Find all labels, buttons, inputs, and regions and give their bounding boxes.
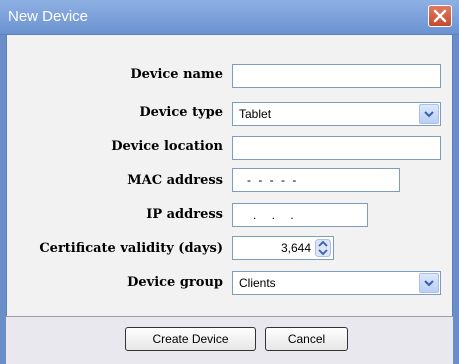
chevron-down-icon <box>424 280 434 287</box>
device-location-input[interactable] <box>232 136 441 160</box>
device-group-dropdown-button[interactable] <box>419 273 439 293</box>
device-name-label: Device name <box>130 67 223 82</box>
device-group-select[interactable]: Clients <box>232 271 441 295</box>
device-type-value: Tablet <box>239 107 272 121</box>
device-location-label: Device location <box>111 139 223 154</box>
mac-address-input[interactable]: - - - - - <box>232 168 400 192</box>
form-body: Device name Device type Tablet Device lo… <box>6 35 453 316</box>
device-type-select[interactable]: Tablet <box>232 102 441 126</box>
new-device-dialog: New Device Device name Device type Table… <box>0 0 459 364</box>
device-group-label: Device group <box>127 275 223 290</box>
cert-validity-spinner[interactable]: 3,644 <box>232 236 334 260</box>
spinner-arrows-icon[interactable] <box>315 239 331 257</box>
ip-address-input[interactable]: . . . <box>232 203 368 227</box>
device-type-label: Device type <box>139 105 223 120</box>
title-bar[interactable]: New Device <box>0 0 459 35</box>
chevron-down-icon <box>424 111 434 118</box>
mac-address-label: MAC address <box>127 173 223 188</box>
window-title: New Device <box>8 8 89 25</box>
device-group-value: Clients <box>239 276 276 290</box>
device-type-dropdown-button[interactable] <box>419 104 439 124</box>
cancel-button[interactable]: Cancel <box>265 327 348 351</box>
close-button[interactable] <box>428 5 452 27</box>
close-icon <box>433 9 447 23</box>
device-name-input[interactable] <box>232 64 441 88</box>
cert-validity-label: Certificate validity (days) <box>39 241 223 256</box>
cert-validity-value: 3,644 <box>280 241 311 255</box>
ip-address-label: IP address <box>146 207 223 222</box>
dialog-footer: Create Device Cancel <box>6 316 453 364</box>
create-device-button[interactable]: Create Device <box>125 327 256 351</box>
